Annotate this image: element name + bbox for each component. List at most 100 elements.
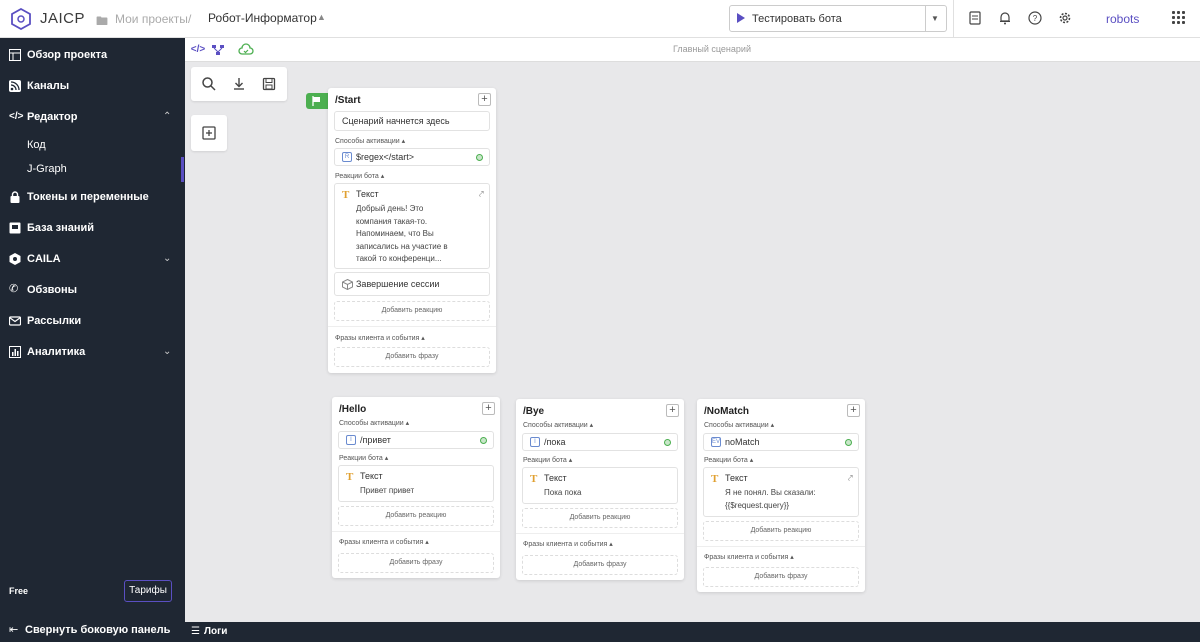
folder-icon: 🖿 xyxy=(96,14,109,28)
help-icon[interactable]: ? xyxy=(1028,11,1042,25)
phrases-section[interactable]: Фразы клиента и события xyxy=(335,334,425,342)
reactions-section[interactable]: Реакции бота xyxy=(523,456,572,464)
download-icon[interactable] xyxy=(231,76,247,92)
add-button[interactable]: + xyxy=(847,404,860,417)
project-switch-icon[interactable]: ▲ xyxy=(317,12,326,22)
sidebar-item-calls[interactable]: ✆ Обзвоны xyxy=(0,277,185,305)
reaction-text: Добрый день! Это компания такая-то. Напо… xyxy=(356,204,448,263)
activation-item[interactable]: I /привет xyxy=(338,431,494,449)
reaction-text: Я не понял. Вы сказали: {{$request.query… xyxy=(725,488,816,510)
text-reaction[interactable]: T Текст Пока пока xyxy=(522,467,678,504)
sidebar-item-caila[interactable]: CAILA ⌄ xyxy=(0,246,185,274)
add-button[interactable]: + xyxy=(482,402,495,415)
text-reaction[interactable]: T Текст ⤤ Я не понял. Вы сказали: {{$req… xyxy=(703,467,859,517)
sidebar-item-knowledge-base[interactable]: База знаний xyxy=(0,215,185,243)
activation-item[interactable]: I /пока xyxy=(522,433,678,451)
add-button[interactable]: + xyxy=(478,93,491,106)
end-session-reaction[interactable]: Завершение сессии xyxy=(334,272,490,296)
sidebar-item-overview[interactable]: Обзор проекта xyxy=(0,42,185,70)
project-name[interactable]: Робот-Информатор xyxy=(208,11,317,25)
chevron-down-icon[interactable]: ⌄ xyxy=(163,346,171,357)
start-intro-box: Сценарий начнется здесь xyxy=(334,111,490,131)
breadcrumb-root[interactable]: Мои проекты xyxy=(115,12,188,26)
activation-item[interactable]: R $regex</start> xyxy=(334,148,490,166)
code-view-icon[interactable]: </> xyxy=(190,42,206,58)
add-reaction-button[interactable]: Добавить реакцию xyxy=(703,521,859,541)
sidebar-item-tokens[interactable]: Токены и переменные xyxy=(0,184,185,212)
state-title: /Hello xyxy=(339,404,367,415)
gear-icon[interactable] xyxy=(1058,11,1072,25)
activation-section[interactable]: Способы активации xyxy=(335,137,405,145)
add-phrase-button[interactable]: Добавить фразу xyxy=(522,555,678,575)
add-phrase-button[interactable]: Добавить фразу xyxy=(703,567,859,587)
add-phrase-button[interactable]: Добавить фразу xyxy=(338,553,494,573)
state-card-hello[interactable]: /Hello + Способы активации I /привет Реа… xyxy=(332,397,500,578)
state-card-bye[interactable]: /Bye + Способы активации I /пока Реакции… xyxy=(516,399,684,580)
add-phrase-button[interactable]: Добавить фразу xyxy=(334,347,490,367)
plan-label: Free xyxy=(9,586,29,596)
status-dot xyxy=(845,439,852,446)
status-dot xyxy=(476,154,483,161)
user-account[interactable]: robots xyxy=(1106,12,1139,26)
cube-icon xyxy=(342,279,353,290)
sidebar: Обзор проекта Каналы </> Редактор ⌃ Код … xyxy=(0,38,185,642)
intent-icon: I xyxy=(530,437,540,447)
pin-icon[interactable]: ⤤ xyxy=(848,473,853,484)
add-reaction-button[interactable]: Добавить реакцию xyxy=(334,301,490,321)
sidebar-item-channels[interactable]: Каналы xyxy=(0,73,185,101)
phrases-section[interactable]: Фразы клиента и события xyxy=(339,538,429,546)
save-icon[interactable] xyxy=(261,76,277,92)
list-icon: ☰ xyxy=(191,626,200,637)
sidebar-item-analytics[interactable]: Аналитика ⌄ xyxy=(0,339,185,367)
collapse-label: Свернуть боковую панель xyxy=(25,624,171,636)
chevron-down-icon[interactable]: ⌄ xyxy=(163,253,171,264)
test-bot-label: Тестировать бота xyxy=(752,13,842,25)
divider xyxy=(953,0,954,38)
reactions-section[interactable]: Реакции бота xyxy=(704,456,753,464)
apps-grid-icon[interactable] xyxy=(1172,11,1186,25)
add-button[interactable]: + xyxy=(666,404,679,417)
collapse-sidebar-button[interactable]: ⇤ Свернуть боковую панель xyxy=(0,618,185,642)
sidebar-item-label: Обзвоны xyxy=(27,284,78,296)
activation-text: /пока xyxy=(544,437,566,447)
test-bot-button[interactable]: Тестировать бота ▼ xyxy=(729,5,947,32)
activation-section[interactable]: Способы активации xyxy=(704,421,774,429)
tariffs-button[interactable]: Тарифы xyxy=(124,580,172,602)
sidebar-item-label: Токены и переменные xyxy=(27,191,149,203)
add-state-icon[interactable] xyxy=(201,125,217,141)
logs-bar[interactable]: ☰ Логи xyxy=(185,622,1200,642)
search-icon[interactable] xyxy=(201,76,217,92)
add-reaction-button[interactable]: Добавить реакцию xyxy=(522,508,678,528)
state-card-nomatch[interactable]: /NoMatch + Способы активации EV noMatch … xyxy=(697,399,865,592)
pin-icon[interactable]: ⤤ xyxy=(479,189,484,200)
reaction-type-label: Текст xyxy=(360,471,383,481)
phrases-section[interactable]: Фразы клиента и события xyxy=(704,553,794,561)
phrases-section[interactable]: Фразы клиента и события xyxy=(523,540,613,548)
reaction-text: Пока пока xyxy=(544,488,582,497)
add-reaction-button[interactable]: Добавить реакцию xyxy=(338,506,494,526)
graph-view-icon[interactable] xyxy=(210,42,226,58)
jaicp-logo-icon[interactable] xyxy=(10,8,32,30)
text-reaction[interactable]: T Текст ⤤ Добрый день! Это компания така… xyxy=(334,183,490,269)
state-card-start[interactable]: /Start + Сценарий начнется здесь Способы… xyxy=(328,88,496,373)
cloud-check-icon[interactable] xyxy=(238,42,254,58)
table-icon xyxy=(9,49,21,61)
reactions-section[interactable]: Реакции бота xyxy=(339,454,388,462)
chevron-up-icon[interactable]: ⌃ xyxy=(163,111,171,122)
chevron-down-icon[interactable]: ▼ xyxy=(931,14,939,23)
sidebar-subitem-jgraph[interactable]: J-Graph xyxy=(27,163,67,175)
sidebar-item-mailings[interactable]: Рассылки xyxy=(0,308,185,336)
reaction-text: Привет привет xyxy=(360,486,415,495)
activation-section[interactable]: Способы активации xyxy=(523,421,593,429)
document-icon[interactable] xyxy=(968,11,982,25)
reactions-section[interactable]: Реакции бота xyxy=(335,172,384,180)
end-session-label: Завершение сессии xyxy=(356,279,440,289)
sidebar-item-editor[interactable]: </> Редактор ⌃ xyxy=(0,104,185,132)
text-reaction[interactable]: T Текст Привет привет xyxy=(338,465,494,502)
sidebar-subitem-code[interactable]: Код xyxy=(27,139,46,151)
activation-item[interactable]: EV noMatch xyxy=(703,433,859,451)
reaction-type-label: Текст xyxy=(356,189,379,199)
state-title: /Bye xyxy=(523,406,545,417)
activation-section[interactable]: Способы активации xyxy=(339,419,409,427)
bell-icon[interactable] xyxy=(998,11,1012,25)
